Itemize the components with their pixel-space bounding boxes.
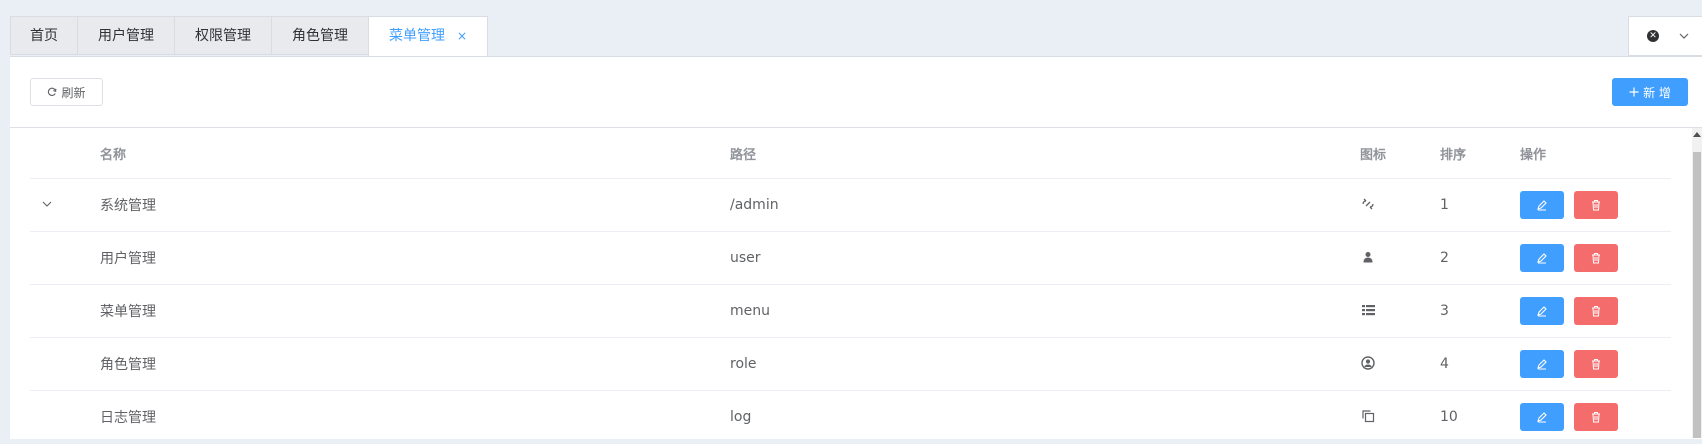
copy-icon	[1360, 408, 1376, 424]
tab-label: 权限管理	[195, 28, 251, 44]
edit-icon	[1537, 306, 1547, 317]
row-path: log	[730, 409, 752, 425]
close-icon[interactable]: ×	[457, 29, 467, 43]
edit-icon	[1537, 412, 1547, 423]
row-actions	[1520, 403, 1671, 431]
table-row: 用户管理 user 2	[30, 232, 1671, 285]
row-name: 用户管理	[100, 251, 156, 267]
tab-user-management[interactable]: 用户管理	[77, 16, 174, 55]
delete-button[interactable]	[1574, 191, 1618, 219]
tab-options-dropdown[interactable]: ✕	[1628, 16, 1702, 56]
table-row: 日志管理 log 10	[30, 391, 1671, 444]
row-icon-cell	[1360, 302, 1440, 320]
main-panel: 刷新 新 增 名称 路径 图标 排序 操作 系统管理 /admin 1 用户管理…	[10, 56, 1702, 444]
refresh-button[interactable]: 刷新	[30, 78, 103, 106]
row-icon-cell	[1360, 196, 1440, 215]
table-row: 系统管理 /admin 1	[30, 179, 1671, 232]
row-sort: 4	[1440, 356, 1449, 372]
column-header-icon: 图标	[1360, 147, 1387, 163]
toolbar: 刷新 新 增	[10, 57, 1702, 128]
close-circle-icon[interactable]: ✕	[1647, 30, 1659, 42]
scrollbar-thumb[interactable]	[1693, 152, 1701, 438]
row-icon-cell	[1360, 355, 1440, 374]
user-circle-icon	[1360, 355, 1376, 371]
row-sort: 2	[1440, 250, 1449, 266]
chevron-down-icon[interactable]	[1679, 31, 1689, 41]
trash-icon	[1592, 306, 1600, 317]
edit-button[interactable]	[1520, 191, 1564, 219]
row-name: 角色管理	[100, 357, 156, 373]
trash-icon	[1592, 253, 1600, 264]
row-icon-cell	[1360, 408, 1440, 427]
row-actions	[1520, 350, 1671, 378]
menu-table: 名称 路径 图标 排序 操作 系统管理 /admin 1 用户管理 user 2…	[30, 128, 1671, 444]
row-actions	[1520, 191, 1671, 219]
edit-icon	[1537, 200, 1547, 211]
edit-icon	[1537, 359, 1547, 370]
unlink-icon	[1360, 196, 1376, 212]
column-header-name: 名称	[100, 147, 127, 163]
column-header-ops: 操作	[1520, 147, 1547, 163]
tab-menu-management[interactable]: 菜单管理 ×	[368, 16, 489, 57]
edit-icon	[1537, 253, 1547, 264]
list-icon	[1360, 302, 1376, 318]
row-path: menu	[730, 303, 770, 319]
add-button[interactable]: 新 增	[1612, 78, 1688, 106]
refresh-icon	[48, 87, 57, 96]
tab-label: 用户管理	[98, 28, 154, 44]
delete-button[interactable]	[1574, 297, 1618, 325]
trash-icon	[1592, 200, 1600, 211]
expand-toggle[interactable]	[30, 198, 100, 212]
trash-icon	[1592, 412, 1600, 423]
tab-label: 菜单管理	[389, 28, 445, 44]
scroll-up-arrow-icon[interactable]	[1693, 132, 1701, 137]
row-path: /admin	[730, 197, 779, 213]
table-row: 角色管理 role 4	[30, 338, 1671, 391]
chevron-down-icon[interactable]	[42, 199, 52, 209]
row-sort: 10	[1440, 409, 1458, 425]
tab-bar: 首页 用户管理 权限管理 角色管理 菜单管理 ×	[10, 16, 489, 57]
tab-role-management[interactable]: 角色管理	[271, 16, 368, 55]
delete-button[interactable]	[1574, 403, 1618, 431]
plus-icon	[1629, 87, 1639, 97]
row-actions	[1520, 297, 1671, 325]
user-icon	[1360, 249, 1376, 265]
row-path: user	[730, 250, 761, 266]
edit-button[interactable]	[1520, 350, 1564, 378]
row-sort: 1	[1440, 197, 1449, 213]
row-name: 日志管理	[100, 410, 156, 426]
row-name: 系统管理	[100, 198, 156, 214]
column-header-path: 路径	[730, 147, 757, 163]
tab-label: 角色管理	[292, 28, 348, 44]
row-actions	[1520, 244, 1671, 272]
tab-label: 首页	[30, 28, 58, 44]
edit-button[interactable]	[1520, 297, 1564, 325]
tab-permission-management[interactable]: 权限管理	[174, 16, 271, 55]
add-label: 新 增	[1643, 85, 1671, 100]
delete-button[interactable]	[1574, 244, 1618, 272]
row-name: 菜单管理	[100, 304, 156, 320]
table-header: 名称 路径 图标 排序 操作	[30, 128, 1671, 179]
edit-button[interactable]	[1520, 403, 1564, 431]
vertical-scrollbar[interactable]	[1692, 128, 1702, 438]
row-icon-cell	[1360, 249, 1440, 267]
row-sort: 3	[1440, 303, 1449, 319]
row-path: role	[730, 356, 757, 372]
column-header-sort: 排序	[1440, 147, 1467, 163]
table-row: 菜单管理 menu 3	[30, 285, 1671, 338]
edit-button[interactable]	[1520, 244, 1564, 272]
delete-button[interactable]	[1574, 350, 1618, 378]
tab-home[interactable]: 首页	[10, 16, 77, 55]
trash-icon	[1592, 359, 1600, 370]
refresh-label: 刷新	[61, 85, 86, 100]
